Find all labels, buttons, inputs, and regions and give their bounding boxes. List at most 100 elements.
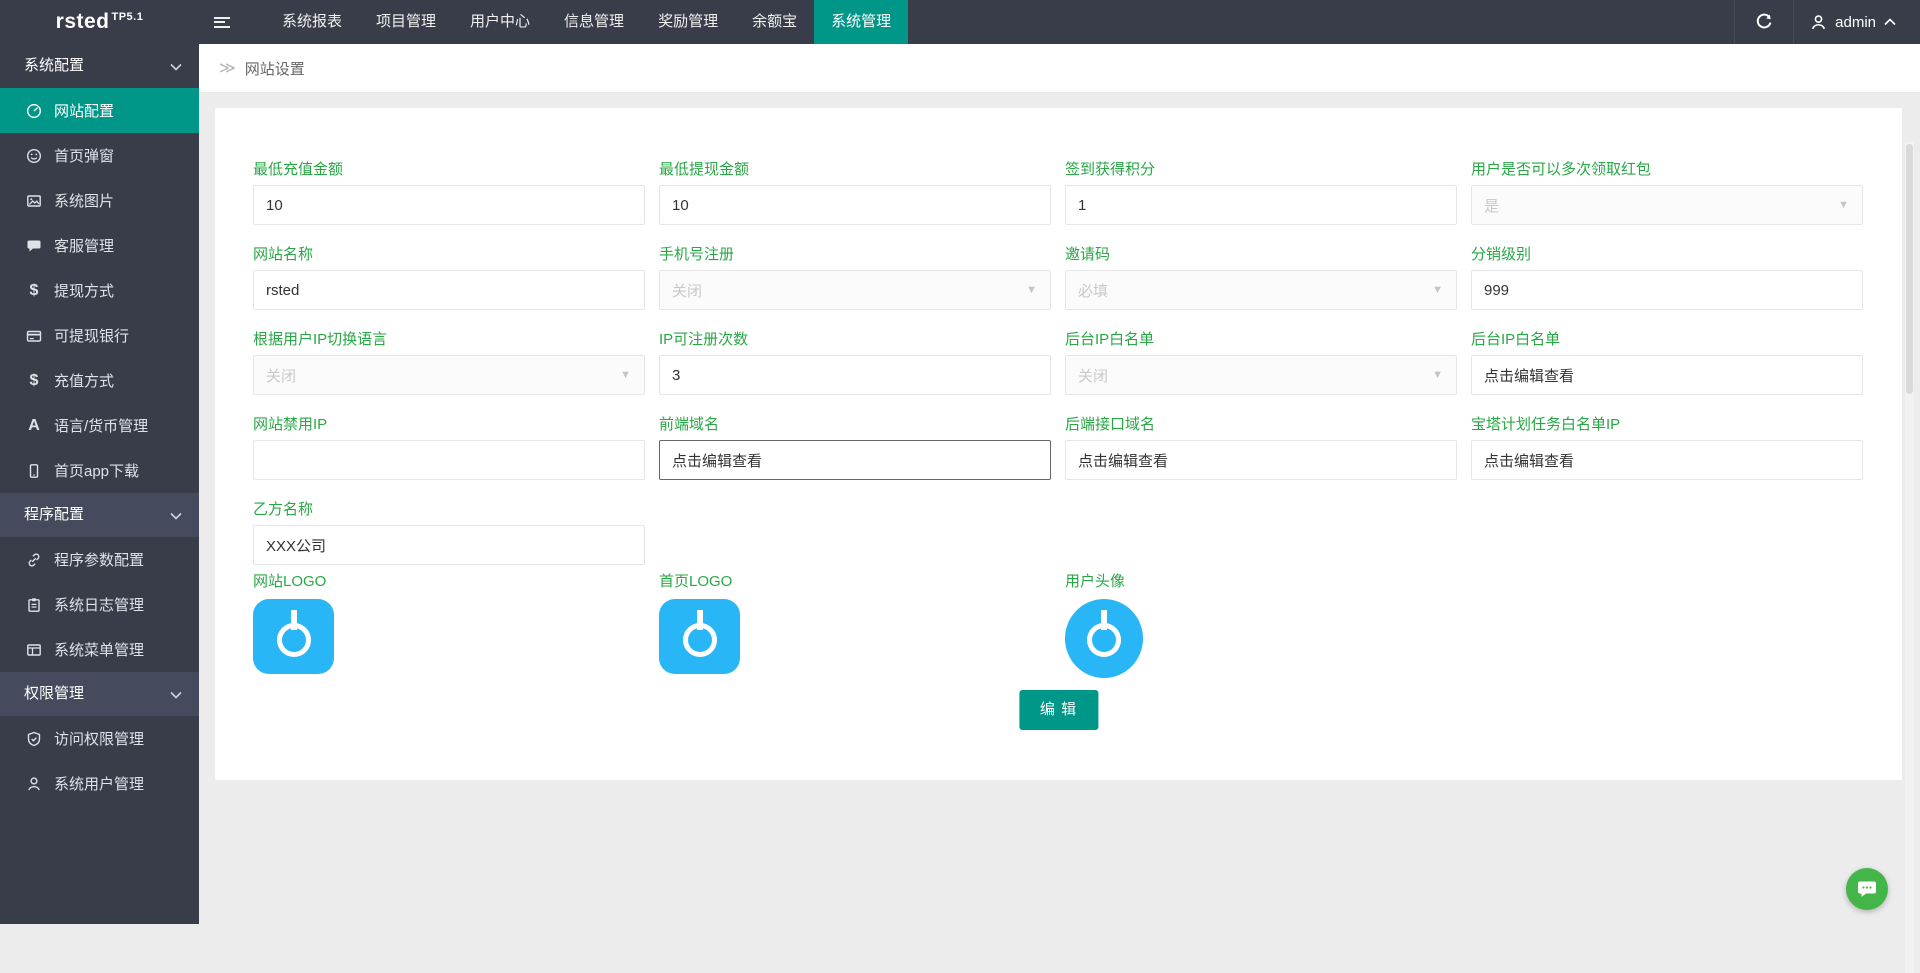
settings-form-grid: 最低充值金额 10 最低提现金额 10 签到获得积分 1 用户是否可以多次领取红… <box>253 158 1863 565</box>
chat-icon <box>1856 878 1878 900</box>
min-withdraw-amount-input[interactable]: 10 <box>659 185 1051 225</box>
nav-system-management[interactable]: 系统管理 <box>814 0 908 44</box>
field-site-name: 网站名称 rsted <box>253 243 645 310</box>
refresh-button[interactable] <box>1734 0 1794 44</box>
field-min-recharge-amount: 最低充值金额 10 <box>253 158 645 225</box>
nav-project-management[interactable]: 项目管理 <box>359 0 453 44</box>
field-bt-task-whitelist-ip: 宝塔计划任务白名单IP 点击编辑查看 <box>1471 413 1863 480</box>
logo-upload-row: 网站LOGO 首页LOGO 用户头像 <box>253 570 1471 678</box>
distribution-level-input[interactable]: 999 <box>1471 270 1863 310</box>
smiley-bubble-icon <box>24 148 44 164</box>
phone-register-select[interactable]: 关闭▼ <box>659 270 1051 310</box>
shield-check-icon <box>24 731 44 747</box>
user-icon <box>1810 14 1827 31</box>
sidebar-item-recharge-method[interactable]: $ 充值方式 <box>0 358 199 403</box>
topbar: rstedTP5.1 系统报表 项目管理 用户中心 信息管理 奖励管理 余额宝 … <box>0 0 1920 44</box>
invite-code-select[interactable]: 必填▼ <box>1065 270 1457 310</box>
top-nav: 系统报表 项目管理 用户中心 信息管理 奖励管理 余额宝 系统管理 <box>265 0 908 44</box>
admin-ip-whitelist-select[interactable]: 关闭▼ <box>1065 355 1457 395</box>
page-title: 网站设置 <box>245 58 305 79</box>
home-logo-block: 首页LOGO <box>659 570 1065 678</box>
sidebar-section-system-config[interactable]: 系统配置 <box>0 44 199 88</box>
chat-bubble-icon <box>24 238 44 254</box>
sidebar-item-withdraw-method[interactable]: $ 提现方式 <box>0 268 199 313</box>
sidebar-item-home-popup[interactable]: 首页弹窗 <box>0 133 199 178</box>
gauge-icon <box>24 103 44 119</box>
admin-user-menu[interactable]: admin <box>1794 0 1920 44</box>
refresh-icon <box>1755 13 1773 31</box>
ip-language-select[interactable]: 关闭▼ <box>253 355 645 395</box>
sidebar-item-system-menu[interactable]: 系统菜单管理 <box>0 627 199 672</box>
sidebar-item-program-params-config[interactable]: 程序参数配置 <box>0 537 199 582</box>
site-logo-image[interactable] <box>253 599 334 674</box>
letter-a-icon: A <box>24 417 44 435</box>
home-logo-image[interactable] <box>659 599 740 674</box>
multi-redpacket-select[interactable]: 是▼ <box>1471 185 1863 225</box>
chat-float-button[interactable] <box>1846 868 1888 910</box>
frontend-domain-input[interactable]: 点击编辑查看 <box>659 440 1051 480</box>
select-arrow-icon: ▼ <box>620 369 631 381</box>
field-ip-register-count: IP可注册次数 3 <box>659 328 1051 395</box>
bt-task-whitelist-ip-input[interactable]: 点击编辑查看 <box>1471 440 1863 480</box>
nav-info-management[interactable]: 信息管理 <box>547 0 641 44</box>
ip-register-count-input[interactable]: 3 <box>659 355 1051 395</box>
user-avatar-image[interactable] <box>1065 599 1143 678</box>
hamburger-menu-icon[interactable] <box>199 0 245 44</box>
topbar-right: admin <box>1734 0 1920 44</box>
sidebar-section-permission-management[interactable]: 权限管理 <box>0 672 199 716</box>
nav-yuebao[interactable]: 余额宝 <box>735 0 814 44</box>
site-name-input[interactable]: rsted <box>253 270 645 310</box>
field-admin-ip-whitelist-toggle: 后台IP白名单 关闭▼ <box>1065 328 1457 395</box>
field-frontend-domain: 前端域名 点击编辑查看 <box>659 413 1051 480</box>
sidebar-item-home-app-download[interactable]: 首页app下载 <box>0 448 199 493</box>
sidebar-item-system-log[interactable]: 系统日志管理 <box>0 582 199 627</box>
nav-system-report[interactable]: 系统报表 <box>265 0 359 44</box>
field-multi-redpacket: 用户是否可以多次领取红包 是▼ <box>1471 158 1863 225</box>
dollar-icon: $ <box>24 372 44 390</box>
main-area: ≫ 网站设置 最低充值金额 10 最低提现金额 10 签到获得积分 1 用户是否… <box>199 44 1920 924</box>
chevron-down-icon <box>170 63 182 71</box>
nav-user-center[interactable]: 用户中心 <box>453 0 547 44</box>
min-recharge-amount-input[interactable]: 10 <box>253 185 645 225</box>
sidebar-item-language-currency[interactable]: A 语言/货币管理 <box>0 403 199 448</box>
field-admin-ip-whitelist: 后台IP白名单 点击编辑查看 <box>1471 328 1863 395</box>
site-banned-ip-input[interactable] <box>253 440 645 480</box>
signin-points-input[interactable]: 1 <box>1065 185 1457 225</box>
field-ip-language: 根据用户IP切换语言 关闭▼ <box>253 328 645 395</box>
site-logo-block: 网站LOGO <box>253 570 659 678</box>
chevron-down-icon <box>170 691 182 699</box>
content-area: 最低充值金额 10 最低提现金额 10 签到获得积分 1 用户是否可以多次领取红… <box>199 93 1920 924</box>
select-arrow-icon: ▼ <box>1838 199 1849 211</box>
sidebar-item-website-config[interactable]: 网站配置 <box>0 88 199 133</box>
chevron-up-icon <box>1884 18 1896 26</box>
field-party-b-name: 乙方名称 XXX公司 <box>253 498 645 565</box>
sidebar-item-access-permission[interactable]: 访问权限管理 <box>0 716 199 761</box>
party-b-name-input[interactable]: XXX公司 <box>253 525 645 565</box>
breadcrumb-chevrons-icon: ≫ <box>219 58 236 78</box>
sidebar-item-system-users[interactable]: 系统用户管理 <box>0 761 199 806</box>
field-site-banned-ip: 网站禁用IP <box>253 413 645 480</box>
backend-api-domain-input[interactable]: 点击编辑查看 <box>1065 440 1457 480</box>
field-phone-register: 手机号注册 关闭▼ <box>659 243 1051 310</box>
sidebar-section-program-config[interactable]: 程序配置 <box>0 493 199 537</box>
scrollbar-thumb[interactable] <box>1906 144 1913 394</box>
field-invite-code: 邀请码 必填▼ <box>1065 243 1457 310</box>
admin-ip-whitelist-input[interactable]: 点击编辑查看 <box>1471 355 1863 395</box>
edit-submit-button[interactable]: 编 辑 <box>1019 690 1098 730</box>
settings-form-card: 最低充值金额 10 最低提现金额 10 签到获得积分 1 用户是否可以多次领取红… <box>215 108 1902 780</box>
sidebar-item-system-images[interactable]: 系统图片 <box>0 178 199 223</box>
sidebar-item-customer-service[interactable]: 客服管理 <box>0 223 199 268</box>
nav-reward-management[interactable]: 奖励管理 <box>641 0 735 44</box>
window-icon <box>24 642 44 658</box>
breadcrumb: ≫ 网站设置 <box>199 44 1920 93</box>
link-icon <box>24 552 44 568</box>
sidebar-item-withdrawable-banks[interactable]: 可提现银行 <box>0 313 199 358</box>
field-min-withdraw-amount: 最低提现金额 10 <box>659 158 1051 225</box>
scrollbar-track[interactable] <box>1905 142 1914 973</box>
select-arrow-icon: ▼ <box>1432 284 1443 296</box>
field-distribution-level: 分销级别 999 <box>1471 243 1863 310</box>
brand-logo[interactable]: rstedTP5.1 <box>0 10 199 34</box>
admin-username: admin <box>1835 14 1876 31</box>
sidebar: 系统配置 网站配置 首页弹窗 系统图片 客服管理 $ 提现方式 可提现银行 $ … <box>0 44 199 924</box>
chevron-down-icon <box>170 512 182 520</box>
